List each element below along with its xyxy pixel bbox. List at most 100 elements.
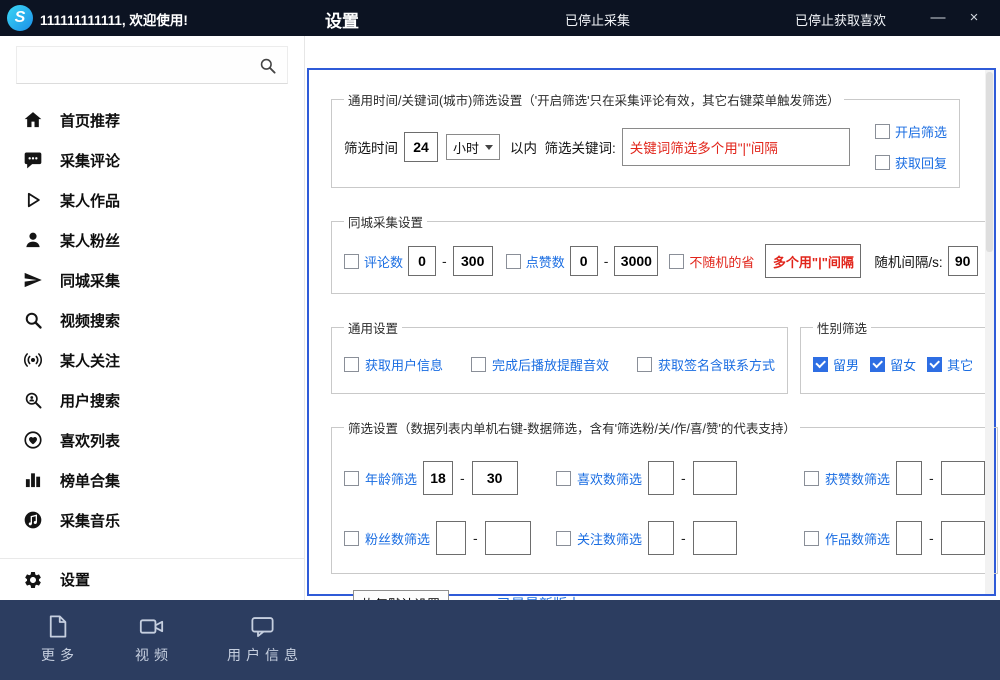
sidebar-item-collect-comments[interactable]: 采集评论: [0, 140, 304, 180]
scrollbar-thumb[interactable]: [986, 72, 993, 252]
tab-label: 导出设置: [309, 48, 359, 67]
fans-filter-max-input[interactable]: [485, 521, 531, 555]
like-count-label: 点赞数: [526, 252, 565, 271]
bottombar-item-video[interactable]: 视频: [130, 613, 173, 665]
fixed-province-checkbox[interactable]: [669, 254, 684, 269]
signature-contact-checkbox[interactable]: [637, 357, 652, 372]
keep-other-checkbox[interactable]: [927, 357, 942, 372]
enable-filter-checkbox[interactable]: [875, 124, 890, 139]
follow-filter-min-input[interactable]: [648, 521, 674, 555]
play-sound-label: 完成后播放提醒音效: [492, 355, 609, 374]
keep-female-checkbox[interactable]: [870, 357, 885, 372]
follow-filter-max-input[interactable]: [693, 521, 737, 555]
settings-panel: 通用时间/关键词(城市)筛选设置（'开启筛选'只在采集评论有效，其它右键菜单触发…: [307, 68, 996, 596]
search-input[interactable]: [27, 56, 258, 74]
home-icon: [23, 110, 43, 130]
close-button[interactable]: ×: [960, 5, 988, 30]
bottombar-item-label: 更多: [41, 645, 79, 665]
praise-filter-min-input[interactable]: [896, 461, 922, 495]
common-settings-legend: 通用设置: [344, 318, 402, 337]
range-dash: -: [603, 253, 610, 269]
follow-filter-checkbox[interactable]: [556, 531, 571, 546]
status-collect: 已停止采集: [565, 10, 630, 29]
comment-icon: [23, 150, 43, 170]
keep-male-checkbox[interactable]: [813, 357, 828, 372]
province-input[interactable]: [765, 244, 861, 278]
range-dash: -: [441, 253, 448, 269]
sidebar-item-home-recommend[interactable]: 首页推荐: [0, 100, 304, 140]
range-dash: -: [472, 530, 479, 546]
fans-filter-checkbox[interactable]: [344, 531, 359, 546]
sidebar-item-label: 某人关注: [60, 350, 120, 371]
sidebar-item-label: 首页推荐: [60, 110, 120, 131]
works-filter-checkbox[interactable]: [804, 531, 819, 546]
tab-label: 扫码登录: [313, 48, 363, 67]
main-content: 筛选设置 导出设置 功能设置 扫码登录 通用时间/关键词(城市)筛选设置（'开启…: [305, 36, 1000, 600]
sidebar-item-label: 采集音乐: [60, 510, 120, 531]
chat-bubble-icon: [249, 613, 276, 640]
works-filter-min-input[interactable]: [896, 521, 922, 555]
welcome-text: 111111111111, 欢迎使用!: [40, 9, 188, 29]
sidebar-item-rank-collection[interactable]: 榜单合集: [0, 460, 304, 500]
like-count-checkbox[interactable]: [506, 254, 521, 269]
like-filter-label: 喜欢数筛选: [577, 469, 642, 488]
like-filter-min-input[interactable]: [648, 461, 674, 495]
filter-time-input[interactable]: [404, 132, 438, 162]
sidebar-item-label: 同城采集: [60, 270, 120, 291]
sidebar-item-user-search[interactable]: 用户搜索: [0, 380, 304, 420]
get-reply-checkbox[interactable]: [875, 155, 890, 170]
sidebar-item-like-list[interactable]: 喜欢列表: [0, 420, 304, 460]
bottombar-item-more[interactable]: 更多: [36, 613, 79, 665]
file-icon: [44, 613, 71, 640]
sidebar-item-collect-music[interactable]: 采集音乐: [0, 500, 304, 540]
search-icon[interactable]: [258, 56, 277, 75]
sidebar-item-settings[interactable]: 设置: [0, 558, 304, 600]
broadcast-icon: [23, 350, 43, 370]
fans-filter-min-input[interactable]: [436, 521, 466, 555]
page-title: 设置: [325, 7, 359, 32]
like-max-input[interactable]: [614, 246, 658, 276]
heart-icon: [23, 430, 43, 450]
comment-min-input[interactable]: [408, 246, 436, 276]
sidebar-item-label: 榜单合集: [60, 470, 120, 491]
sidebar-item-video-search[interactable]: 视频搜索: [0, 300, 304, 340]
enable-filter-label: 开启筛选: [895, 122, 947, 141]
range-dash: -: [680, 470, 687, 486]
comment-max-input[interactable]: [453, 246, 493, 276]
works-filter-max-input[interactable]: [941, 521, 985, 555]
app-logo-icon: S: [7, 5, 33, 31]
sidebar-menu: 首页推荐 采集评论 某人作品 某人粉丝 同城采集 视频搜索 某人关注 用户搜索: [0, 100, 304, 540]
age-filter-checkbox[interactable]: [344, 471, 359, 486]
time-unit-value: 小时: [453, 138, 479, 157]
keep-other-label: 其它: [947, 355, 973, 374]
time-unit-select[interactable]: 小时: [446, 134, 500, 160]
sidebar-item-label: 喜欢列表: [60, 430, 120, 451]
play-sound-checkbox[interactable]: [471, 357, 486, 372]
chevron-down-icon: [485, 145, 493, 150]
filter-keyword-input[interactable]: [622, 128, 850, 166]
get-user-info-checkbox[interactable]: [344, 357, 359, 372]
random-interval-input[interactable]: [948, 246, 978, 276]
panel-scrollbar[interactable]: [985, 70, 994, 594]
sidebar-item-someone-fans[interactable]: 某人粉丝: [0, 220, 304, 260]
sidebar-item-someone-follow[interactable]: 某人关注: [0, 340, 304, 380]
like-min-input[interactable]: [570, 246, 598, 276]
like-filter-checkbox[interactable]: [556, 471, 571, 486]
get-user-info-label: 获取用户信息: [365, 355, 443, 374]
search-icon: [23, 310, 43, 330]
praise-filter-max-input[interactable]: [941, 461, 985, 495]
sidebar-item-someone-works[interactable]: 某人作品: [0, 180, 304, 220]
minimize-button[interactable]: —: [924, 5, 952, 30]
age-max-input[interactable]: [472, 461, 518, 495]
person-icon: [23, 230, 43, 250]
like-filter-max-input[interactable]: [693, 461, 737, 495]
works-filter-label: 作品数筛选: [825, 529, 890, 548]
play-icon: [23, 190, 43, 210]
bottombar-item-userinfo[interactable]: 用户信息: [222, 613, 303, 665]
comment-count-label: 评论数: [364, 252, 403, 271]
age-min-input[interactable]: [423, 461, 453, 495]
sidebar-item-city-collect[interactable]: 同城采集: [0, 260, 304, 300]
sidebar-item-label: 设置: [60, 569, 90, 590]
praise-filter-checkbox[interactable]: [804, 471, 819, 486]
comment-count-checkbox[interactable]: [344, 254, 359, 269]
